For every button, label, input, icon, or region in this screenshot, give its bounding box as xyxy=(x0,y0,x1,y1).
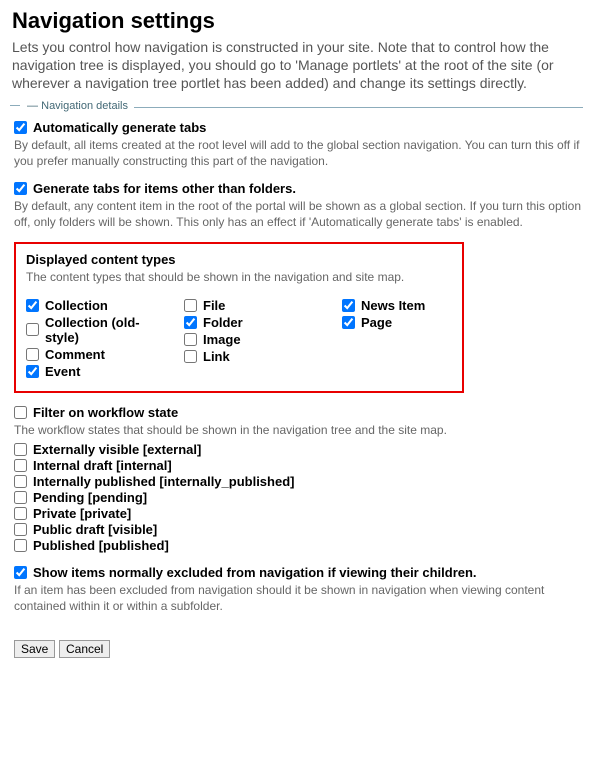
content-type-checkbox[interactable] xyxy=(342,316,355,329)
field-auto-tabs: Automatically generate tabs By default, … xyxy=(14,120,581,169)
show-excluded-help: If an item has been excluded from naviga… xyxy=(14,582,581,614)
content-type-checkbox[interactable] xyxy=(184,350,197,363)
show-excluded-checkbox[interactable] xyxy=(14,566,27,579)
workflow-state-checkbox[interactable] xyxy=(14,491,27,504)
workflow-state-label: Private [private] xyxy=(33,506,131,521)
displayed-types-heading: Displayed content types xyxy=(26,252,452,267)
content-type-column: Collection Collection (old-style) Comment E… xyxy=(26,296,166,381)
workflow-state-checkbox[interactable] xyxy=(14,507,27,520)
content-type-label: Comment xyxy=(45,347,105,362)
workflow-state-item: Internal draft [internal] xyxy=(14,458,581,473)
workflow-state-label: Pending [pending] xyxy=(33,490,147,505)
content-type-label: Page xyxy=(361,315,392,330)
content-type-item: Event xyxy=(26,364,166,379)
content-type-column: File Folder Image Link xyxy=(184,296,324,381)
workflow-state-checkbox[interactable] xyxy=(14,475,27,488)
workflow-state-checkbox[interactable] xyxy=(14,459,27,472)
field-nonfolder-tabs: Generate tabs for items other than folde… xyxy=(14,181,581,230)
content-type-column: News Item Page xyxy=(342,296,482,381)
content-type-label: File xyxy=(203,298,225,313)
workflow-state-checkbox[interactable] xyxy=(14,523,27,536)
content-type-label: Link xyxy=(203,349,230,364)
workflow-state-label: Published [published] xyxy=(33,538,169,553)
content-type-label: Folder xyxy=(203,315,243,330)
workflow-state-label: Externally visible [external] xyxy=(33,442,201,457)
page-description: Lets you control how navigation is const… xyxy=(12,38,583,93)
content-type-item: Comment xyxy=(26,347,166,362)
displayed-types-help: The content types that should be shown i… xyxy=(26,269,452,285)
content-type-checkbox[interactable] xyxy=(184,316,197,329)
content-type-label: Event xyxy=(45,364,80,379)
workflow-state-item: Internally published [internally_publish… xyxy=(14,474,581,489)
cancel-button[interactable]: Cancel xyxy=(59,640,110,658)
content-type-item: Image xyxy=(184,332,324,347)
workflow-state-list: Externally visible [external]Internal dr… xyxy=(14,442,581,553)
content-type-label: News Item xyxy=(361,298,425,313)
page-title: Navigation settings xyxy=(12,8,583,34)
filter-state-label: Filter on workflow state xyxy=(33,405,178,420)
content-type-label: Collection xyxy=(45,298,108,313)
displayed-types-grid: Collection Collection (old-style) Comment E… xyxy=(26,296,452,381)
content-type-item: Page xyxy=(342,315,482,330)
workflow-state-item: Published [published] xyxy=(14,538,581,553)
field-filter-state: Filter on workflow state The workflow st… xyxy=(14,405,581,553)
filter-state-checkbox[interactable] xyxy=(14,406,27,419)
workflow-state-label: Internal draft [internal] xyxy=(33,458,172,473)
content-type-item: File xyxy=(184,298,324,313)
filter-state-help: The workflow states that should be shown… xyxy=(14,422,581,438)
content-type-item: Collection xyxy=(26,298,166,313)
content-type-item: Collection (old-style) xyxy=(26,315,166,345)
navigation-details-fieldset: — Navigation details Automatically gener… xyxy=(12,107,583,663)
nonfolder-tabs-label: Generate tabs for items other than folde… xyxy=(33,181,296,196)
nonfolder-tabs-help: By default, any content item in the root… xyxy=(14,198,581,230)
content-type-checkbox[interactable] xyxy=(184,299,197,312)
nonfolder-tabs-checkbox[interactable] xyxy=(14,182,27,195)
content-type-item: Folder xyxy=(184,315,324,330)
workflow-state-label: Public draft [visible] xyxy=(33,522,157,537)
auto-tabs-help: By default, all items created at the roo… xyxy=(14,137,581,169)
content-type-item: Link xyxy=(184,349,324,364)
fieldset-legend: — Navigation details xyxy=(12,100,134,112)
displayed-types-box: Displayed content types The content type… xyxy=(14,242,464,392)
content-type-checkbox[interactable] xyxy=(26,348,39,361)
show-excluded-label: Show items normally excluded from naviga… xyxy=(33,565,477,580)
content-type-checkbox[interactable] xyxy=(342,299,355,312)
workflow-state-item: Public draft [visible] xyxy=(14,522,581,537)
auto-tabs-label: Automatically generate tabs xyxy=(33,120,206,135)
save-button[interactable]: Save xyxy=(14,640,55,658)
workflow-state-checkbox[interactable] xyxy=(14,539,27,552)
workflow-state-item: Private [private] xyxy=(14,506,581,521)
content-type-label: Image xyxy=(203,332,241,347)
content-type-checkbox[interactable] xyxy=(26,365,39,378)
content-type-checkbox[interactable] xyxy=(184,333,197,346)
workflow-state-label: Internally published [internally_publish… xyxy=(33,474,294,489)
workflow-state-item: Externally visible [external] xyxy=(14,442,581,457)
content-type-item: News Item xyxy=(342,298,482,313)
content-type-checkbox[interactable] xyxy=(26,323,39,336)
workflow-state-item: Pending [pending] xyxy=(14,490,581,505)
content-type-label: Collection (old-style) xyxy=(45,315,166,345)
workflow-state-checkbox[interactable] xyxy=(14,443,27,456)
content-type-checkbox[interactable] xyxy=(26,299,39,312)
auto-tabs-checkbox[interactable] xyxy=(14,121,27,134)
field-show-excluded: Show items normally excluded from naviga… xyxy=(14,565,581,614)
form-buttons: Save Cancel xyxy=(14,640,581,658)
